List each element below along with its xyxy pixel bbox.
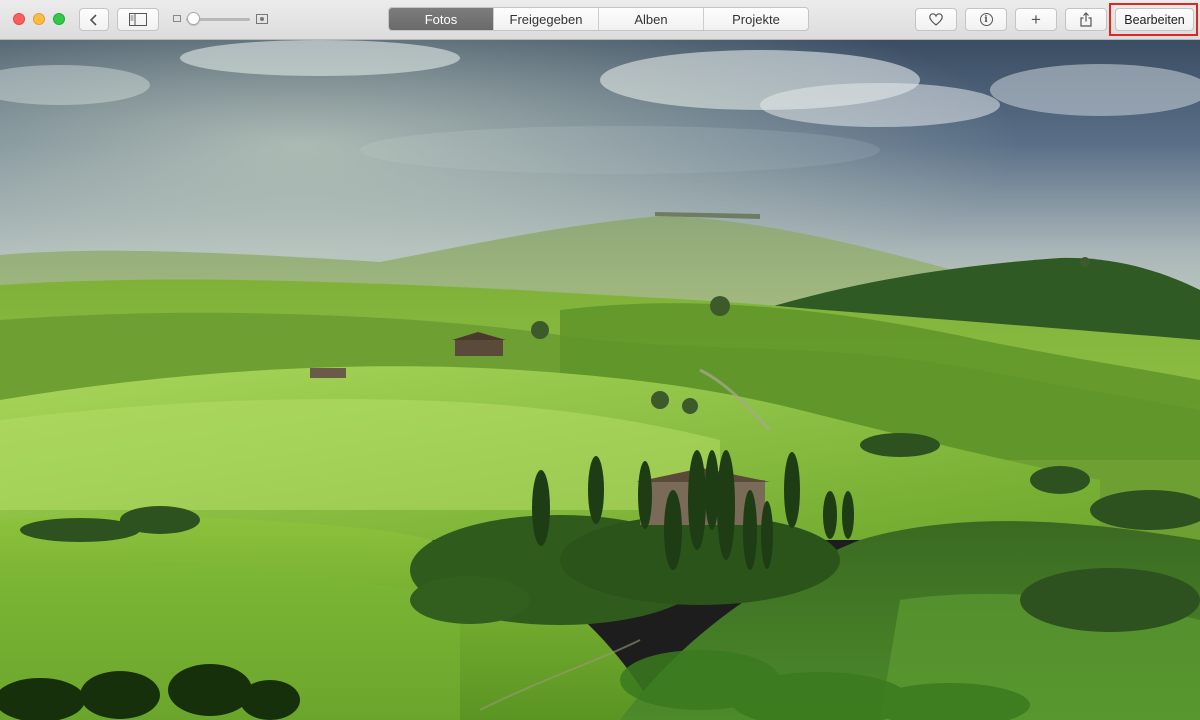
toolbar: Fotos Freigegeben Alben Projekte i + Bea… [0, 0, 1200, 40]
share-button[interactable] [1065, 8, 1107, 31]
photo-viewer[interactable] [0, 40, 1200, 720]
window-minimize-button[interactable] [33, 13, 45, 25]
back-button[interactable] [79, 8, 109, 31]
zoom-in-thumbnail-icon [256, 14, 268, 24]
landscape-photo [0, 40, 1200, 720]
share-icon [1080, 12, 1092, 27]
info-icon: i [979, 13, 993, 26]
sidebar-toggle-button[interactable] [117, 8, 159, 31]
heart-icon [929, 13, 943, 26]
window-close-button[interactable] [13, 13, 25, 25]
edit-button[interactable]: Bearbeiten [1115, 8, 1194, 31]
zoom-slider-knob[interactable] [187, 12, 200, 25]
add-button[interactable]: + [1015, 8, 1057, 31]
tab-alben[interactable]: Alben [599, 8, 704, 30]
favorite-button[interactable] [915, 8, 957, 31]
zoom-out-thumbnail-icon [173, 15, 181, 22]
chevron-left-icon [89, 13, 97, 26]
sidebar-icon [129, 13, 147, 26]
info-button[interactable]: i [965, 8, 1007, 31]
tab-fotos[interactable]: Fotos [389, 8, 494, 30]
tab-freigegeben[interactable]: Freigegeben [494, 8, 599, 30]
window-zoom-button[interactable] [53, 13, 65, 25]
tab-projekte[interactable]: Projekte [704, 8, 808, 30]
view-tabs: Fotos Freigegeben Alben Projekte [388, 7, 809, 31]
